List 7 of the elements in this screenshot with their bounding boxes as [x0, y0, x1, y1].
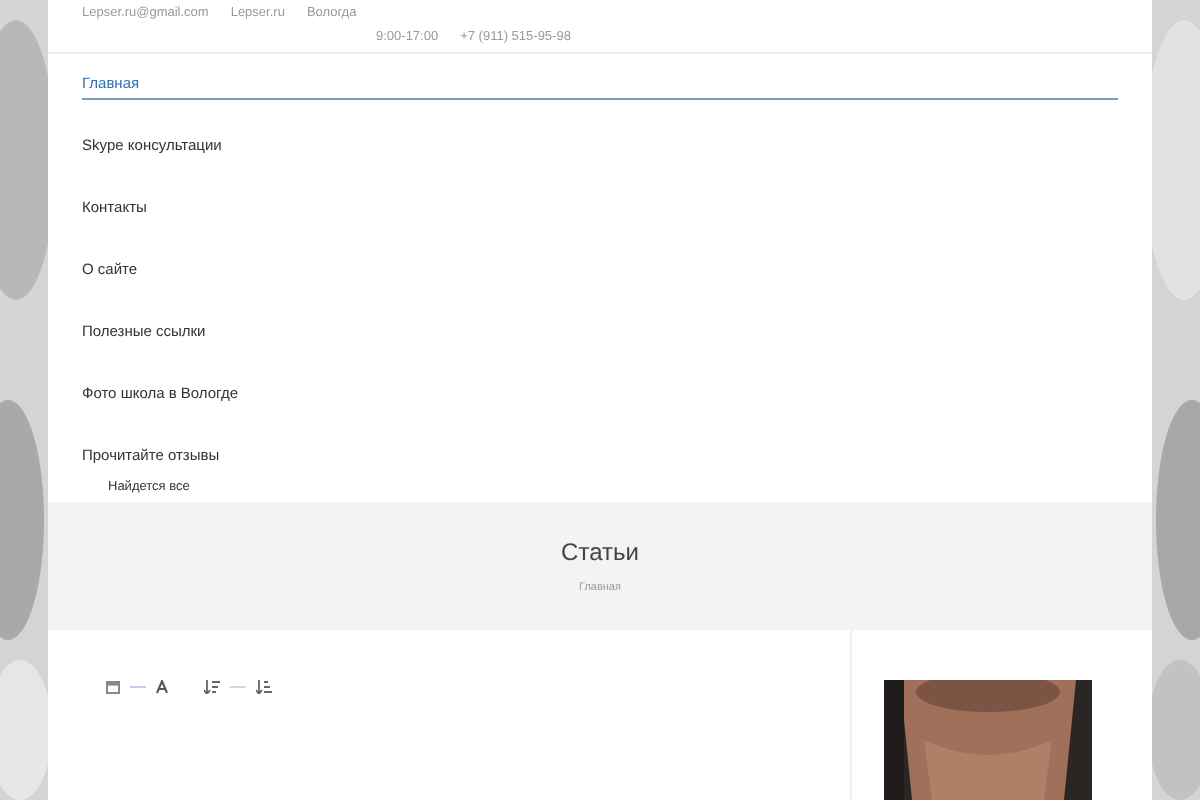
page-title: Статьи: [561, 538, 639, 567]
calendar-icon: [106, 680, 120, 694]
dash-icon: [228, 680, 248, 694]
sort-icon: [204, 680, 220, 694]
sort-icon: [256, 680, 272, 694]
dash-icon: [128, 680, 148, 694]
font-icon: [156, 680, 168, 694]
